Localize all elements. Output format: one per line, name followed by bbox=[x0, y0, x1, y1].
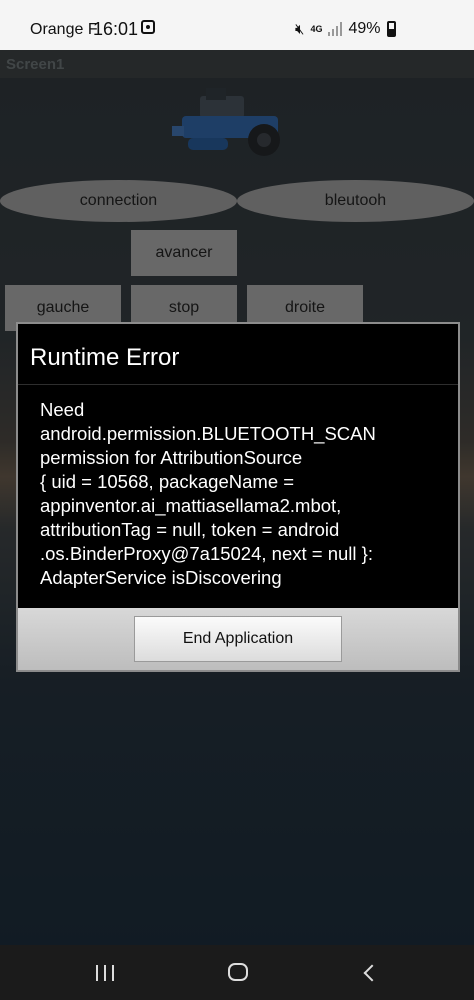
home-icon[interactable] bbox=[228, 963, 248, 981]
clock: 16:01 bbox=[93, 19, 139, 39]
back-icon[interactable] bbox=[363, 964, 381, 982]
error-message: Need android.permission.BLUETOOTH_SCAN p… bbox=[40, 399, 376, 588]
dialog-title: Runtime Error bbox=[30, 344, 180, 371]
signal-icon bbox=[328, 22, 343, 36]
mute-icon: 🔇︎ bbox=[295, 20, 305, 38]
runtime-error-dialog: Runtime Error Need android.permission.BL… bbox=[16, 322, 460, 672]
status-bar: Orange F 16:01 🔇︎ 4G 49% bbox=[0, 0, 474, 50]
network-type: 4G bbox=[310, 24, 323, 34]
battery-icon bbox=[386, 21, 396, 37]
dialog-footer: End Application bbox=[18, 608, 458, 670]
status-icons: 🔇︎ 4G 49% bbox=[295, 20, 396, 38]
navigation-bar bbox=[0, 945, 474, 1000]
notification-icon bbox=[141, 20, 155, 34]
carrier-label: Orange F bbox=[30, 21, 98, 38]
recent-apps-icon[interactable] bbox=[96, 965, 114, 981]
dialog-divider bbox=[18, 384, 458, 385]
battery-percent: 49% bbox=[348, 20, 381, 37]
end-application-button[interactable]: End Application bbox=[134, 616, 342, 662]
